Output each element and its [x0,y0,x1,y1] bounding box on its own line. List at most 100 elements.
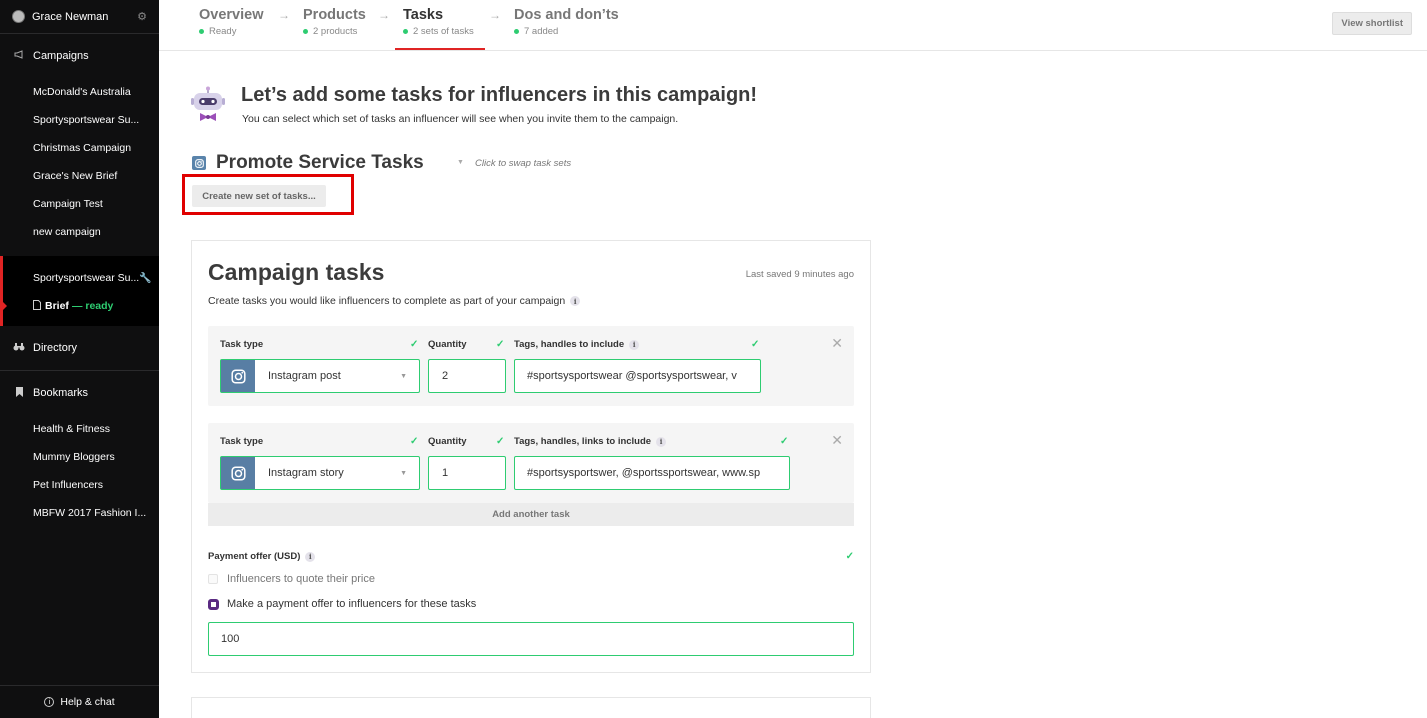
sidebar-campaign-item[interactable]: McDonald's Australia [0,78,159,106]
sidebar-campaign-item[interactable]: Campaign Test [0,190,159,218]
help-label: Help & chat [60,696,115,708]
arrow-right-icon: → [489,8,501,22]
user-name: Grace Newman [32,10,109,23]
sidebar-campaign-item[interactable]: new campaign [0,218,159,246]
active-campaign-block: Sportysportswear Su... 🔧 Brief — ready [0,256,159,326]
campaign-tasks-card: Campaign tasks Last saved 9 minutes ago … [191,240,871,673]
card-description: Create tasks you would like influencers … [208,295,581,307]
payment-option-quote[interactable]: Influencers to quote their price [208,573,375,585]
sidebar-bookmark-item[interactable]: Mummy Bloggers [0,443,159,471]
step-name: Products [303,7,366,23]
step-status: 7 added [514,26,619,37]
gear-icon[interactable]: ⚙ [137,10,147,23]
brief-status: — ready [71,300,114,312]
view-shortlist-button[interactable]: View shortlist [1332,12,1412,35]
step-sub: 2 sets of tasks [413,26,474,37]
caret-down-icon: ▼ [400,469,407,477]
wrench-icon[interactable]: 🔧 [139,273,151,284]
payment-label-text: Payment offer (USD) [208,551,301,562]
sidebar-bookmark-item[interactable]: Pet Influencers [0,471,159,499]
check-icon: ✓ [751,339,760,350]
tags-label-text: Tags, handles to include [514,339,625,350]
close-icon[interactable]: ✕ [831,335,843,352]
step-name: Dos and don’ts [514,7,619,23]
radio-unchecked[interactable] [208,574,218,584]
sidebar-campaign-item[interactable]: Sportysportswear Su... [0,106,159,134]
sidebar-bookmarks-header[interactable]: Bookmarks [0,371,159,415]
sidebar-directory[interactable]: Directory [0,326,159,370]
step-status: 2 sets of tasks [403,26,474,37]
check-icon: ✓ [496,436,505,447]
sidebar: Grace Newman ⚙ Campaigns McDonald's Aust… [0,0,159,718]
step-overview[interactable]: Overview Ready [199,7,264,37]
add-task-button[interactable]: Add another task [208,503,854,526]
info-icon[interactable]: i [656,436,667,447]
payment-amount-input[interactable]: 100 [208,622,854,656]
task-set-title[interactable]: Promote Service Tasks [216,152,424,174]
sidebar-campaign-item[interactable]: Grace's New Brief [0,162,159,190]
radio-checked[interactable] [208,598,219,610]
instagram-icon [221,360,255,392]
task-type-value: Instagram story [268,467,344,479]
bookmark-icon [12,386,26,400]
task-type-label: Task type [220,339,264,350]
tags-label: Tags, handles to include i [514,339,640,350]
sidebar-bookmark-item[interactable]: MBFW 2017 Fashion I... [0,499,159,527]
step-dos-and-donts[interactable]: Dos and don’ts 7 added [514,7,619,37]
active-campaign[interactable]: Sportysportswear Su... 🔧 [3,264,159,292]
step-tasks[interactable]: Tasks 2 sets of tasks [403,7,474,37]
help-chat-button[interactable]: i Help & chat [0,685,159,718]
page-intro: You can select which set of tasks an inf… [242,113,679,125]
bookmarks-label: Bookmarks [33,387,89,399]
caret-down-icon[interactable]: ▼ [457,159,464,166]
task-type-select[interactable]: Instagram story ▼ [220,456,420,490]
directory-label: Directory [33,342,78,354]
tags-input[interactable]: #sportsysportswer, @sportssportswear, ww… [514,456,790,490]
step-products[interactable]: Products 2 products [303,7,366,37]
card-title: Campaign tasks [208,259,385,285]
task-type-select[interactable]: Instagram post ▼ [220,359,420,393]
check-icon: ✓ [780,436,789,447]
arrow-right-icon: → [278,8,290,22]
create-task-set-button[interactable]: Create new set of tasks... [192,185,326,207]
sidebar-bookmark-item[interactable]: Health & Fitness [0,415,159,443]
sidebar-campaigns-header[interactable]: Campaigns [0,34,159,78]
robot-icon [190,86,226,124]
sidebar-brief-item[interactable]: Brief — ready [3,292,159,320]
sidebar-campaign-item[interactable]: Christmas Campaign [0,134,159,162]
binoculars-icon [12,342,26,354]
card-description-text: Create tasks you would like influencers … [208,295,566,307]
option-label: Make a payment offer to influencers for … [227,598,477,610]
close-icon[interactable]: ✕ [831,432,843,449]
active-campaign-label: Sportysportswear Su... [33,272,140,284]
payment-option-offer[interactable]: Make a payment offer to influencers for … [208,598,476,610]
task-row: Task type ✓ Quantity ✓ Tags, handles to … [208,326,854,406]
info-icon[interactable]: i [629,339,640,350]
quantity-input[interactable]: 1 [428,456,506,490]
quantity-label: Quantity [428,436,467,447]
step-sub: 7 added [524,26,559,37]
step-status: 2 products [303,26,366,37]
user-menu[interactable]: Grace Newman ⚙ [0,0,159,34]
quantity-label: Quantity [428,339,467,350]
step-nav: Overview Ready → Products 2 products → T… [159,0,1427,51]
instagram-icon [221,457,255,489]
check-icon: ✓ [410,339,419,350]
task-type-label: Task type [220,436,264,447]
megaphone-icon [12,50,26,62]
swap-hint: Click to swap task sets [475,158,572,169]
info-icon[interactable]: i [570,296,581,306]
tags-input[interactable]: #sportsysportswear @sportsysportswear, v [514,359,761,393]
step-sub: Ready [209,26,237,37]
active-step-underline [395,48,485,50]
quantity-input[interactable]: 2 [428,359,506,393]
last-saved: Last saved 9 minutes ago [745,269,854,280]
tags-label-text: Tags, handles, links to include [514,436,652,447]
task-row: Task type ✓ Quantity ✓ Tags, handles, li… [208,423,854,503]
arrow-right-icon: → [378,8,390,22]
step-status: Ready [199,26,264,37]
instagram-icon [192,156,206,170]
task-type-value: Instagram post [268,370,341,382]
info-icon[interactable]: i [305,551,316,562]
check-icon: ✓ [845,551,854,562]
